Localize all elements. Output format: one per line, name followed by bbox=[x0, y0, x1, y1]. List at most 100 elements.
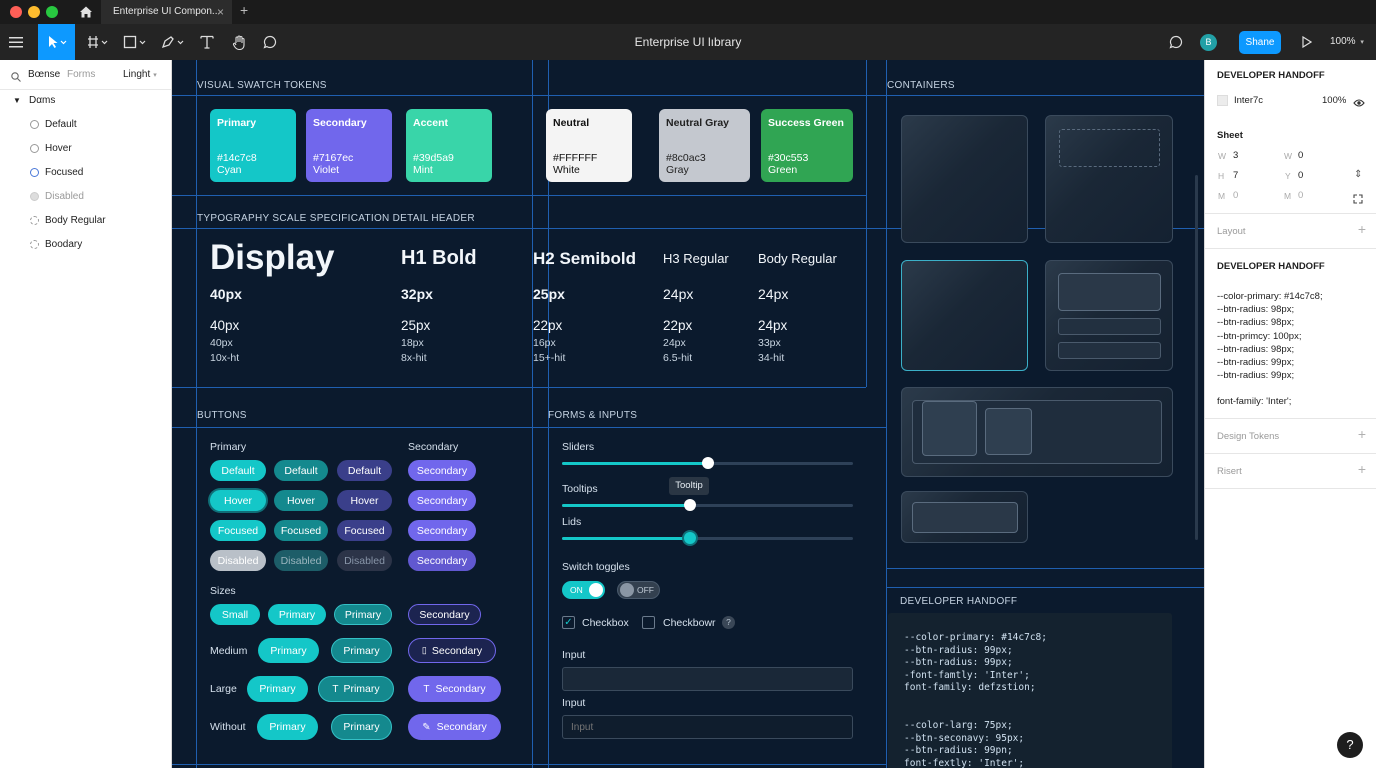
zoom-dropdown[interactable]: 100% ▾ bbox=[1330, 24, 1364, 60]
risert-section[interactable]: Risert bbox=[1217, 466, 1242, 477]
container-card[interactable] bbox=[901, 115, 1028, 243]
fill-swatch[interactable] bbox=[1217, 95, 1228, 106]
w-field[interactable]: 3 bbox=[1233, 150, 1238, 161]
button-primary-dark-hover[interactable]: Hover bbox=[274, 490, 328, 511]
button-indigo-default[interactable]: Default bbox=[337, 460, 392, 481]
button-secondary-default[interactable]: Secondary bbox=[408, 460, 476, 481]
toggle-off[interactable]: OFF bbox=[617, 581, 660, 599]
layer-group[interactable]: Dαms bbox=[29, 95, 55, 106]
button-secondary-disabled[interactable]: Secondary bbox=[408, 550, 476, 571]
home-icon[interactable] bbox=[78, 4, 94, 20]
design-canvas[interactable]: VISUAL SWATCH TOKENS TYPOGRAPHY SCALE SP… bbox=[172, 60, 1204, 768]
button-indigo-hover[interactable]: Hover bbox=[337, 490, 392, 511]
button-small-secondary[interactable]: Secondary bbox=[408, 604, 481, 625]
button-secondary-focused[interactable]: Secondary bbox=[408, 520, 476, 541]
button-without-secondary[interactable]: ✎ Secondary bbox=[408, 714, 501, 740]
rectangle-tool-icon[interactable] bbox=[120, 24, 150, 60]
toggle-on[interactable]: ON bbox=[562, 581, 605, 599]
frame-tool-icon[interactable] bbox=[84, 24, 112, 60]
eye-icon[interactable] bbox=[1353, 95, 1365, 113]
move-tool-icon[interactable] bbox=[38, 24, 75, 60]
container-card-stack[interactable] bbox=[1045, 260, 1173, 371]
button-large-primary[interactable]: Primary bbox=[247, 676, 308, 702]
button-without-primary-outline[interactable]: Primary bbox=[331, 714, 392, 740]
w2-field[interactable]: 0 bbox=[1298, 150, 1303, 161]
container-card-wide[interactable] bbox=[901, 387, 1173, 477]
design-tokens-section[interactable]: Design Tokens bbox=[1217, 431, 1279, 442]
slider-3[interactable] bbox=[562, 532, 853, 544]
m2-field[interactable]: 0 bbox=[1298, 190, 1303, 201]
maximize-window-button[interactable] bbox=[46, 6, 58, 18]
button-primary-dark-disabled[interactable]: Disabled bbox=[274, 550, 328, 571]
button-without-primary[interactable]: Primary bbox=[257, 714, 318, 740]
button-small[interactable]: Small bbox=[210, 604, 260, 625]
comment-tool-icon[interactable] bbox=[260, 24, 280, 60]
button-small-primary[interactable]: Primary bbox=[268, 604, 326, 625]
caret-down-icon[interactable]: ▼ bbox=[13, 96, 21, 105]
button-primary-disabled[interactable]: Disabled bbox=[210, 550, 266, 571]
button-medium-primary-outline[interactable]: Primary bbox=[331, 638, 392, 663]
swatch-success-green[interactable]: Success Green #30c553 Green bbox=[761, 109, 853, 182]
share-button[interactable]: Shane bbox=[1239, 31, 1281, 54]
opacity-value[interactable]: 100% bbox=[1322, 95, 1346, 106]
add-risert-icon[interactable]: + bbox=[1358, 461, 1366, 477]
tab-forms[interactable]: Forms bbox=[67, 69, 95, 80]
layer-item-hover[interactable]: Hover bbox=[30, 143, 72, 154]
canvas-scrollbar[interactable] bbox=[1195, 175, 1198, 540]
avatar[interactable]: B bbox=[1200, 34, 1217, 51]
constrain-icon[interactable]: ⇕ bbox=[1354, 169, 1362, 180]
button-medium-primary[interactable]: Primary bbox=[258, 638, 319, 663]
button-primary-focused[interactable]: Focused bbox=[210, 520, 266, 541]
swatch-primary[interactable]: Primary #14c7c8 Cyan bbox=[210, 109, 296, 182]
help-icon[interactable]: ? bbox=[722, 616, 735, 629]
container-card-dashed[interactable] bbox=[1045, 115, 1173, 243]
close-tab-icon[interactable]: × bbox=[217, 0, 224, 24]
button-indigo-disabled[interactable]: Disabled bbox=[337, 550, 392, 571]
button-indigo-focused[interactable]: Focused bbox=[337, 520, 392, 541]
container-card-selected[interactable] bbox=[901, 260, 1028, 371]
close-window-button[interactable] bbox=[10, 6, 22, 18]
slider-2[interactable] bbox=[562, 499, 853, 511]
minimize-window-button[interactable] bbox=[28, 6, 40, 18]
swatch-accent[interactable]: Accent #39d5a9 Mint bbox=[406, 109, 492, 182]
button-large-secondary[interactable]: T Secondary bbox=[408, 676, 501, 702]
button-primary-default[interactable]: Default bbox=[210, 460, 266, 481]
text-input[interactable] bbox=[562, 667, 853, 691]
slider-1[interactable] bbox=[562, 457, 853, 469]
button-primary-dark-default[interactable]: Default bbox=[274, 460, 328, 481]
help-button[interactable]: ? bbox=[1337, 732, 1363, 758]
layer-item-body-regular[interactable]: Body Regular bbox=[30, 215, 106, 226]
text-tool-icon[interactable] bbox=[196, 24, 218, 60]
y-field[interactable]: 0 bbox=[1298, 170, 1303, 181]
layer-item-disabled[interactable]: Disabled bbox=[30, 191, 84, 202]
slider-handle[interactable] bbox=[684, 532, 696, 544]
h-field[interactable]: 7 bbox=[1233, 170, 1238, 181]
checkbox-checked[interactable]: ✓ bbox=[562, 616, 575, 629]
text-input-placeholder[interactable] bbox=[562, 715, 853, 739]
slider-handle[interactable] bbox=[684, 499, 696, 511]
new-tab-icon[interactable]: + bbox=[240, 2, 248, 18]
swatch-secondary[interactable]: Secondary #7167ec Violet bbox=[306, 109, 392, 182]
comments-icon[interactable] bbox=[1166, 24, 1186, 60]
tab-browse[interactable]: Bœnse bbox=[28, 69, 60, 80]
button-large-primary-icon[interactable]: T Primary bbox=[318, 676, 394, 702]
layout-section[interactable]: Layout bbox=[1217, 226, 1246, 237]
resize-icon[interactable] bbox=[1353, 191, 1363, 209]
layer-item-default[interactable]: Default bbox=[30, 119, 77, 130]
search-icon[interactable] bbox=[11, 69, 21, 87]
button-small-primary-outline[interactable]: Primary bbox=[334, 604, 392, 625]
button-primary-hover[interactable]: Hover bbox=[210, 490, 266, 511]
font-name[interactable]: Inter7c bbox=[1234, 95, 1263, 106]
add-layout-icon[interactable]: + bbox=[1358, 221, 1366, 237]
hand-tool-icon[interactable] bbox=[228, 24, 250, 60]
document-title[interactable]: Enterprise UI lıbrary bbox=[538, 24, 838, 60]
present-play-icon[interactable] bbox=[1298, 24, 1316, 60]
swatch-neutral[interactable]: Neutral #FFFFFF White bbox=[546, 109, 632, 182]
checkbox-unchecked[interactable] bbox=[642, 616, 655, 629]
document-tab[interactable]: Enterprise UI Compon... × bbox=[101, 0, 232, 24]
layer-item-focused[interactable]: Focused bbox=[30, 167, 83, 178]
main-menu-icon[interactable] bbox=[4, 24, 28, 60]
container-card-small[interactable] bbox=[901, 491, 1028, 543]
button-primary-dark-focused[interactable]: Focused bbox=[274, 520, 328, 541]
pen-tool-icon[interactable] bbox=[158, 24, 188, 60]
